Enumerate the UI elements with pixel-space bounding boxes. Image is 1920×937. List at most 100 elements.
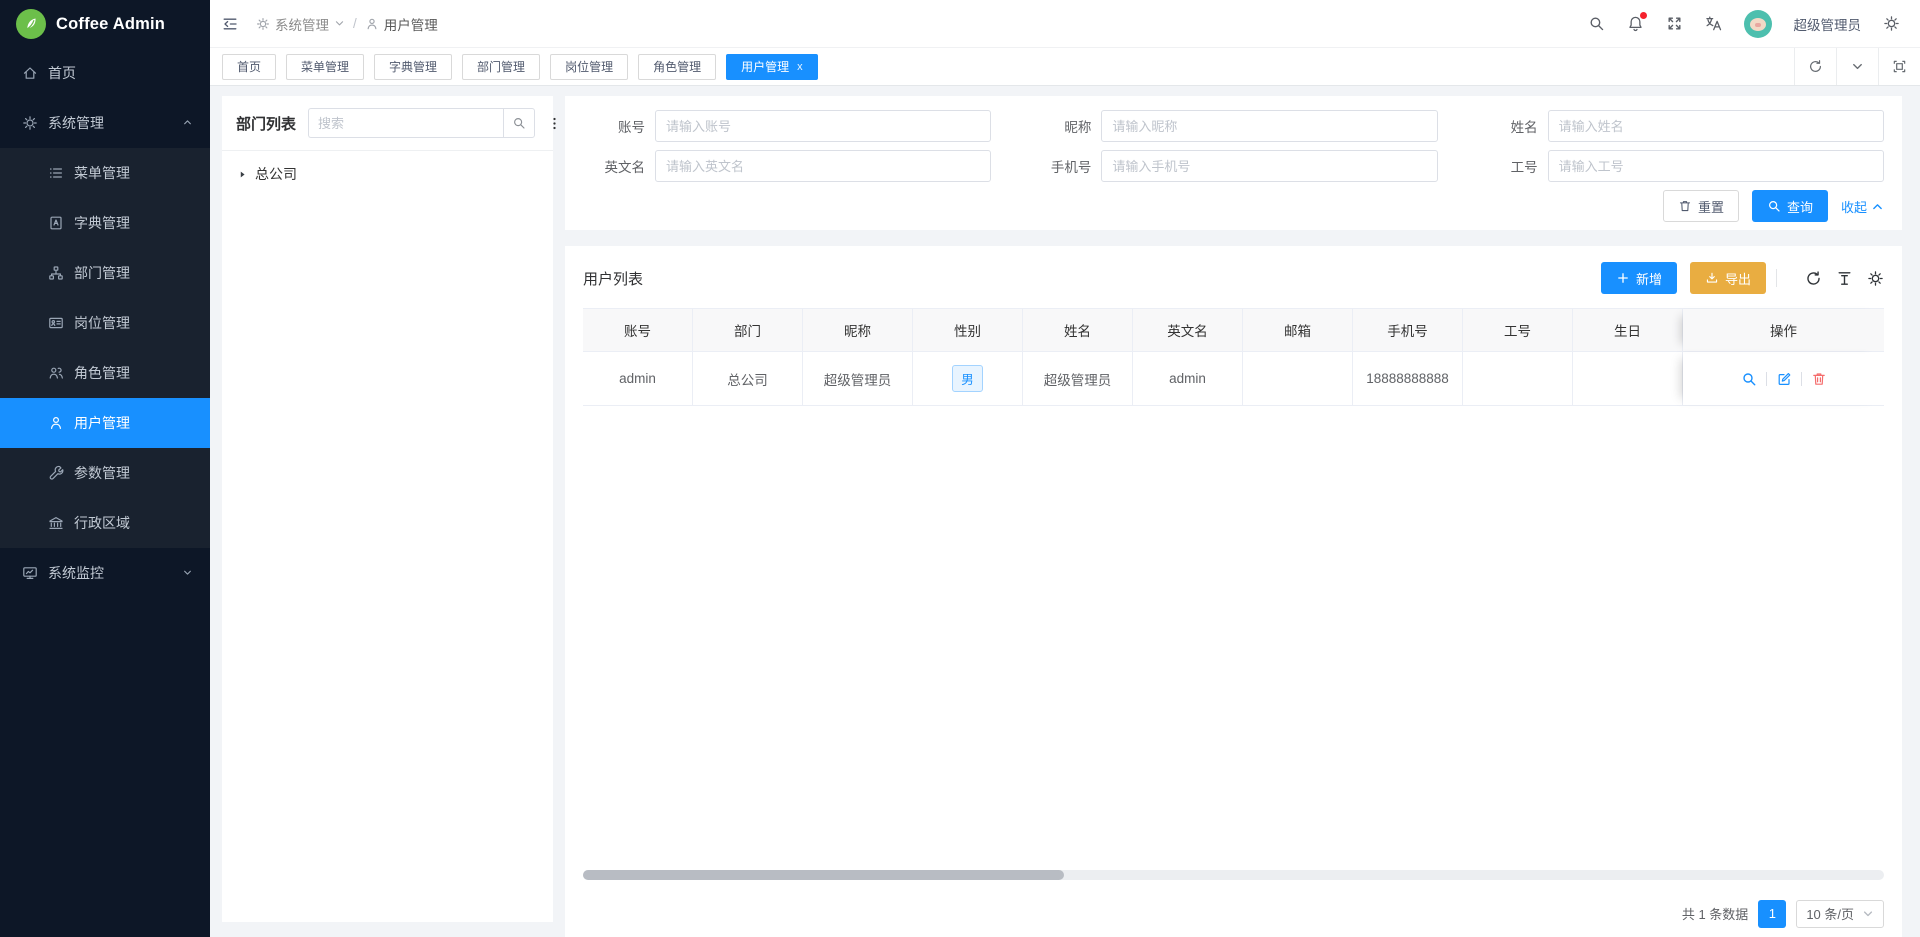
page-size-select[interactable]: 10 条/页 <box>1796 900 1884 928</box>
caret-right-icon[interactable] <box>237 169 248 180</box>
job-number-input[interactable] <box>1548 150 1884 182</box>
column-header: 英文名 <box>1133 309 1243 351</box>
gear-icon <box>22 115 38 131</box>
sidebar-item-home[interactable]: 首页 <box>0 48 210 98</box>
tab-post-mgmt[interactable]: 岗位管理 <box>550 54 628 80</box>
field-english-name: 英文名 <box>583 150 991 182</box>
export-button[interactable]: 导出 <box>1690 262 1766 294</box>
field-label: 姓名 <box>1476 116 1538 136</box>
column-header: 部门 <box>693 309 803 351</box>
filter-form-panel: 账号 昵称 姓名 英文名 <box>565 96 1902 230</box>
gear-icon[interactable] <box>1883 15 1900 32</box>
add-button[interactable]: 新增 <box>1601 262 1677 294</box>
tab-menu-mgmt[interactable]: 菜单管理 <box>286 54 364 80</box>
department-panel-header: 部门列表 <box>222 96 553 151</box>
table-row: admin 总公司 超级管理员 男 超级管理员 admin 1888888888… <box>583 352 1884 406</box>
trash-icon <box>1811 371 1827 387</box>
tab-user-mgmt[interactable]: 用户管理 x <box>726 54 818 80</box>
breadcrumb-parent-label: 系统管理 <box>275 14 329 34</box>
right-column: 账号 昵称 姓名 英文名 <box>565 96 1902 937</box>
column-header: 姓名 <box>1023 309 1133 351</box>
org-chart-icon <box>48 265 64 281</box>
tab-label: 角色管理 <box>653 58 701 75</box>
nickname-input[interactable] <box>1101 110 1437 142</box>
wrench-icon <box>48 465 64 481</box>
sidebar-item-dept-mgmt[interactable]: 部门管理 <box>0 248 210 298</box>
breadcrumb: 系统管理 / 用户管理 <box>222 14 438 34</box>
divider <box>1776 269 1777 287</box>
field-label: 账号 <box>583 116 645 136</box>
tab-bar: 首页 菜单管理 字典管理 部门管理 岗位管理 角色管理 用户管理 x <box>210 48 1920 86</box>
edit-button[interactable] <box>1776 371 1792 387</box>
field-label: 昵称 <box>1029 116 1091 136</box>
view-button[interactable] <box>1741 371 1757 387</box>
collapse-filter-link[interactable]: 收起 <box>1841 197 1884 216</box>
sidebar-item-user-mgmt[interactable]: 用户管理 <box>0 398 210 448</box>
search-icon[interactable] <box>1588 15 1605 32</box>
horizontal-scrollbar[interactable] <box>583 870 1884 880</box>
sidebar-group-label: 系统管理 <box>48 113 104 133</box>
translate-icon[interactable] <box>1705 15 1722 32</box>
cell-actions <box>1683 352 1884 405</box>
sidebar-item-menu-mgmt[interactable]: 菜单管理 <box>0 148 210 198</box>
cell-account: admin <box>583 352 693 405</box>
sidebar-item-label: 菜单管理 <box>74 163 130 183</box>
sidebar-group-monitor[interactable]: 系统监控 <box>0 548 210 598</box>
export-label: 导出 <box>1725 269 1751 288</box>
sidebar-item-label: 首页 <box>48 63 76 83</box>
tab-close-icon[interactable]: x <box>797 61 803 73</box>
department-search-button[interactable] <box>503 108 535 138</box>
query-button[interactable]: 查询 <box>1752 190 1828 222</box>
user-name[interactable]: 超级管理员 <box>1794 14 1862 34</box>
department-search <box>308 108 535 138</box>
add-label: 新增 <box>1636 269 1662 288</box>
sidebar-item-post-mgmt[interactable]: 岗位管理 <box>0 298 210 348</box>
delete-button[interactable] <box>1811 371 1827 387</box>
page-button-1[interactable]: 1 <box>1758 900 1786 928</box>
sidebar-item-dict-mgmt[interactable]: 字典管理 <box>0 198 210 248</box>
column-header: 账号 <box>583 309 693 351</box>
menu-fold-icon[interactable] <box>222 16 238 32</box>
breadcrumb-current: 用户管理 <box>365 14 438 34</box>
field-label: 英文名 <box>583 156 645 176</box>
avatar[interactable] <box>1744 10 1772 38</box>
sidebar-group-system[interactable]: 系统管理 <box>0 98 210 148</box>
tab-role-mgmt[interactable]: 角色管理 <box>638 54 716 80</box>
app-root: Coffee Admin 首页 系统管理 菜单管理 字典管理 部门管理 <box>0 0 1920 937</box>
chevron-up-icon <box>181 116 194 129</box>
tab-home[interactable]: 首页 <box>222 54 276 80</box>
fullscreen-icon[interactable] <box>1666 15 1683 32</box>
more-menu-button[interactable] <box>547 116 562 131</box>
tab-dict-mgmt[interactable]: 字典管理 <box>374 54 452 80</box>
scrollbar-thumb[interactable] <box>583 870 1064 880</box>
tab-refresh-button[interactable] <box>1794 48 1836 85</box>
breadcrumb-parent[interactable]: 系统管理 <box>256 14 345 34</box>
row-height-button[interactable] <box>1836 270 1853 287</box>
account-input[interactable] <box>655 110 991 142</box>
sidebar-item-label: 部门管理 <box>74 263 130 283</box>
english-name-input[interactable] <box>655 150 991 182</box>
tab-dept-mgmt[interactable]: 部门管理 <box>462 54 540 80</box>
column-header-actions: 操作 <box>1683 309 1884 351</box>
sidebar-item-label: 字典管理 <box>74 213 130 233</box>
sidebar: Coffee Admin 首页 系统管理 菜单管理 字典管理 部门管理 <box>0 0 210 937</box>
notifications-button[interactable] <box>1627 15 1644 32</box>
tab-dropdown-button[interactable] <box>1836 48 1878 85</box>
user-table-panel: 用户列表 新增 导出 <box>565 246 1902 890</box>
name-input[interactable] <box>1548 110 1884 142</box>
top-header: 系统管理 / 用户管理 超级管理员 <box>210 0 1920 48</box>
sidebar-item-admin-region[interactable]: 行政区域 <box>0 498 210 548</box>
reset-button[interactable]: 重置 <box>1663 190 1739 222</box>
column-settings-button[interactable] <box>1867 270 1884 287</box>
sidebar-item-param-mgmt[interactable]: 参数管理 <box>0 448 210 498</box>
tree-node-company[interactable]: 总公司 <box>222 151 553 184</box>
table-refresh-button[interactable] <box>1805 270 1822 287</box>
tab-maximize-button[interactable] <box>1878 48 1920 85</box>
tab-controls <box>1794 48 1920 85</box>
sidebar-item-role-mgmt[interactable]: 角色管理 <box>0 348 210 398</box>
phone-input[interactable] <box>1101 150 1437 182</box>
department-search-input[interactable] <box>308 108 503 138</box>
dictionary-icon <box>48 215 64 231</box>
search-icon <box>1767 199 1781 213</box>
cell-name: 超级管理员 <box>1023 352 1133 405</box>
